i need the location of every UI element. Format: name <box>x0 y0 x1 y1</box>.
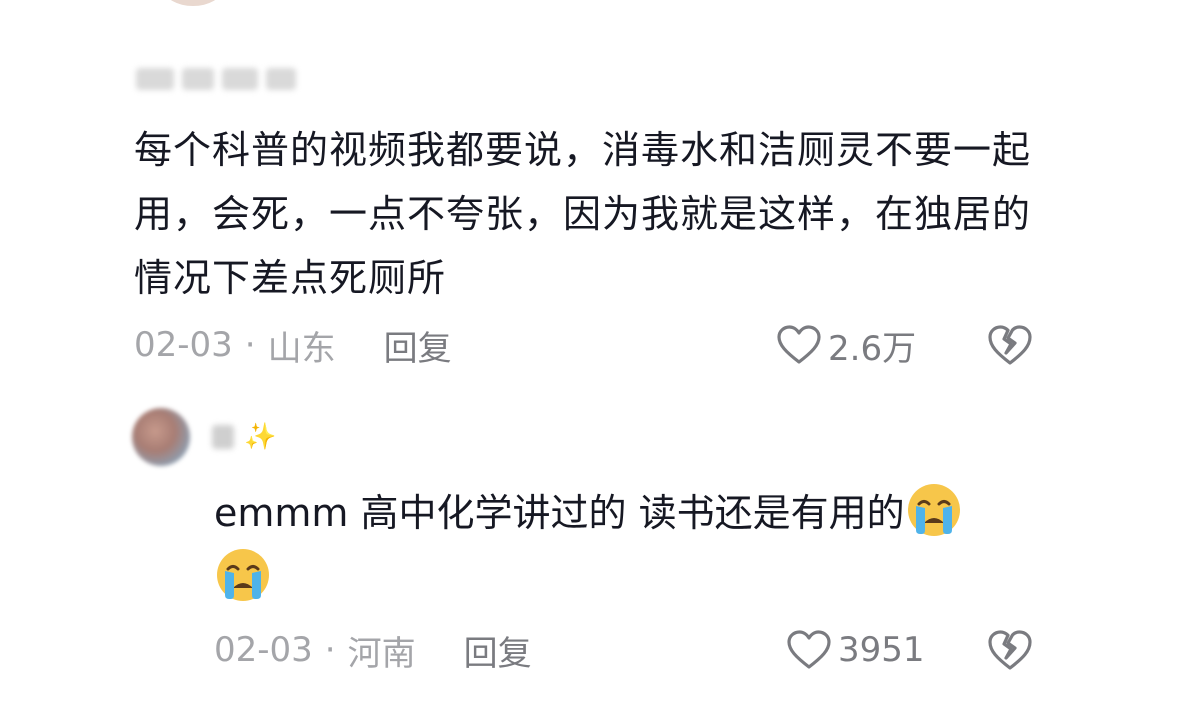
like-button[interactable]: 2.6万 <box>776 320 916 370</box>
blurred-name-part <box>266 68 296 90</box>
crying-face-emoji <box>214 545 272 603</box>
heart-outline-icon <box>776 324 822 366</box>
like-count: 2.6万 <box>828 328 917 369</box>
reply-location: 河南 <box>347 633 416 674</box>
reply-text-content: emmm 高中化学讲过的 读书还是有用的 <box>214 491 905 535</box>
blurred-name-part <box>212 425 234 449</box>
like-count: 3951 <box>838 630 925 670</box>
broken-heart-icon[interactable] <box>987 627 1033 673</box>
reply-meta: 02-03 · 河南 回复 <box>214 625 532 675</box>
reply-username[interactable]: ✨ <box>212 420 276 454</box>
blurred-name-part <box>136 68 174 90</box>
previous-comment-avatar[interactable] <box>164 0 222 6</box>
reply-button[interactable]: 回复 <box>384 321 452 370</box>
meta-separator: · <box>324 630 336 670</box>
comment-date: 02-03 <box>134 325 233 365</box>
reply-text: emmm 高中化学讲过的 读书还是有用的 <box>214 480 1054 610</box>
blurred-name-part <box>182 68 214 90</box>
meta-separator: · <box>244 325 256 365</box>
comment-meta: 02-03 · 山东 回复 <box>134 320 452 370</box>
like-button[interactable]: 3951 <box>786 625 925 675</box>
commenter-username[interactable] <box>136 64 301 94</box>
blurred-name-part <box>222 68 258 90</box>
crying-face-emoji <box>905 480 963 538</box>
sparkle-icon: ✨ <box>244 422 277 452</box>
comment-text: 每个科普的视频我都要说，消毒水和洁厕灵不要一起用，会死，一点不夸张，因为我就是这… <box>134 128 1032 300</box>
reply-avatar[interactable] <box>132 408 190 466</box>
broken-heart-icon[interactable] <box>987 322 1033 368</box>
reply-date: 02-03 <box>214 630 313 670</box>
heart-outline-icon <box>786 629 832 671</box>
reply-button[interactable]: 回复 <box>464 626 532 675</box>
comment-location: 山东 <box>267 328 336 369</box>
